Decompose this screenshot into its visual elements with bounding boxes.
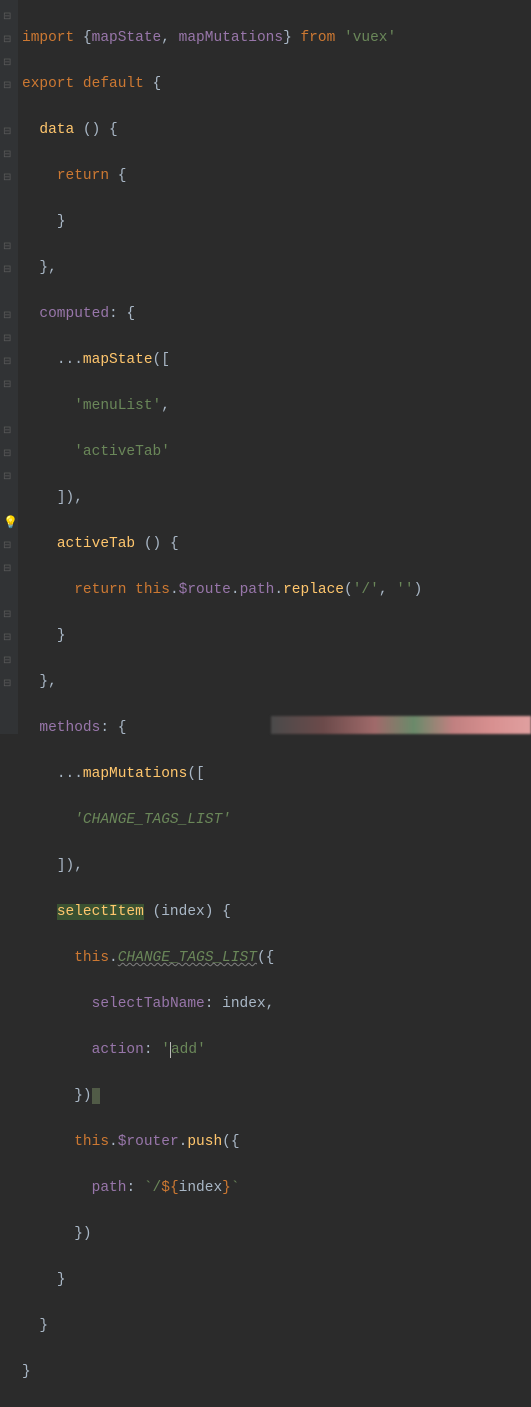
- fold-mark[interactable]: ⊟: [3, 144, 11, 167]
- code-line: return {: [22, 165, 531, 188]
- fold-mark[interactable]: ⊟: [3, 535, 11, 558]
- code-line: 'CHANGE_TAGS_LIST': [22, 809, 531, 832]
- code-line: path: `/${index}`: [22, 1177, 531, 1200]
- code-line: 'activeTab': [22, 441, 531, 464]
- code-line: ...mapMutations([: [22, 763, 531, 786]
- fold-mark[interactable]: ⊟: [3, 305, 11, 328]
- fold-mark[interactable]: ⊟: [3, 673, 11, 696]
- fold-mark[interactable]: ⊟: [3, 121, 11, 144]
- code-line: computed: {: [22, 303, 531, 326]
- code-line: action: 'add': [22, 1039, 531, 1062]
- code-line: selectItem (index) {: [22, 901, 531, 924]
- fold-mark[interactable]: ⊟: [3, 466, 11, 489]
- code-line: activeTab () {: [22, 533, 531, 556]
- code-line: }): [22, 1223, 531, 1246]
- code-line: }: [22, 625, 531, 648]
- fold-mark[interactable]: ⊟: [3, 420, 11, 443]
- fold-mark[interactable]: ⊟: [3, 650, 11, 673]
- code-line: }: [22, 1315, 531, 1338]
- fold-mark[interactable]: ⊟: [3, 236, 11, 259]
- fold-mark[interactable]: ⊟: [3, 558, 11, 581]
- fold-mark[interactable]: ⊟: [3, 259, 11, 282]
- fold-mark[interactable]: ⊟: [3, 627, 11, 650]
- code-line: },: [22, 257, 531, 280]
- code-line: this.CHANGE_TAGS_LIST({: [22, 947, 531, 970]
- code-line: ]),: [22, 855, 531, 878]
- code-line: },: [22, 671, 531, 694]
- compression-artifact: [271, 716, 531, 734]
- code-line: }): [22, 1085, 531, 1108]
- code-line: import {mapState, mapMutations} from 'vu…: [22, 27, 531, 50]
- code-line: selectTabName: index,: [22, 993, 531, 1016]
- code-line: }: [22, 1269, 531, 1292]
- code-line: ...mapState([: [22, 349, 531, 372]
- code-line: data () {: [22, 119, 531, 142]
- fold-mark[interactable]: ⊟: [3, 52, 11, 75]
- fold-mark[interactable]: ⊟: [3, 29, 11, 52]
- code-line: this.$router.push({: [22, 1131, 531, 1154]
- code-line: }: [22, 211, 531, 234]
- code-line: export default {: [22, 73, 531, 96]
- fold-mark[interactable]: ⊟: [3, 351, 11, 374]
- fold-mark[interactable]: ⊟: [3, 604, 11, 627]
- fold-mark[interactable]: ⊟: [3, 328, 11, 351]
- fold-mark[interactable]: ⊟: [3, 374, 11, 397]
- code-editor-content[interactable]: import {mapState, mapMutations} from 'vu…: [0, 0, 531, 1407]
- code-line: 'menuList',: [22, 395, 531, 418]
- fold-mark[interactable]: ⊟: [3, 167, 11, 190]
- code-line: ]),: [22, 487, 531, 510]
- fold-mark[interactable]: ⊟: [3, 75, 11, 98]
- fold-mark[interactable]: ⊟: [3, 443, 11, 466]
- code-line: }: [22, 1361, 531, 1384]
- code-line: return this.$route.path.replace('/', ''): [22, 579, 531, 602]
- fold-mark[interactable]: ⊟: [3, 6, 11, 29]
- lightbulb-icon[interactable]: 💡: [3, 512, 18, 535]
- editor-gutter: ⊟ ⊟ ⊟ ⊟ ⊟ ⊟ ⊟ ⊟ ⊟ ⊟ ⊟ ⊟ ⊟ ⊟ ⊟ ⊟ 💡 ⊟ ⊟ ⊟ …: [0, 0, 18, 734]
